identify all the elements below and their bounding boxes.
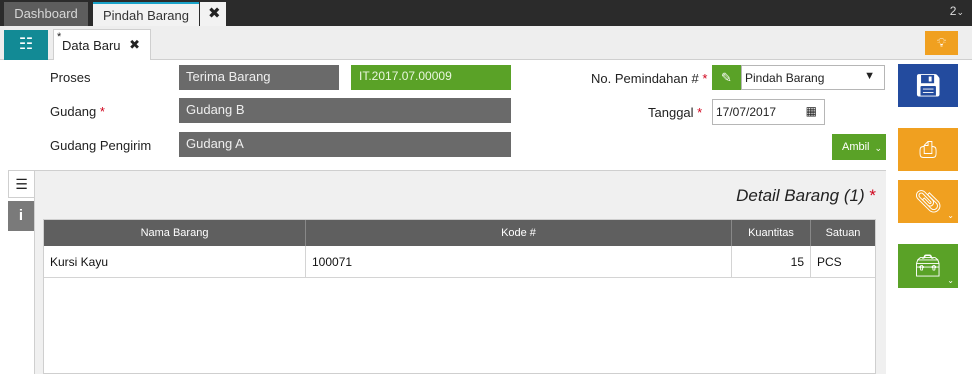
dropdown-caret-icon: ▼ <box>864 70 875 82</box>
tab-dashboard[interactable]: Dashboard <box>4 2 88 26</box>
gudang-field: Gudang B <box>179 98 511 123</box>
tanggal-value: 17/07/2017 <box>716 105 777 119</box>
gudang-label-text: Gudang <box>50 104 97 119</box>
paperclip-icon: 📎︎ <box>914 189 942 214</box>
tanggal-label-text: Tanggal <box>648 105 694 120</box>
column-header-satuan[interactable]: Satuan <box>811 220 875 246</box>
table-cell-satuan[interactable]: PCS <box>811 246 875 278</box>
gudang-label: Gudang * <box>50 104 105 119</box>
required-marker: * <box>702 71 708 86</box>
column-header-kuantitas[interactable]: Kuantitas <box>732 220 811 246</box>
close-document-icon[interactable]: ✖ <box>129 37 140 53</box>
no-pemindahan-label-text: No. Pemindahan # <box>591 71 699 86</box>
ambil-button[interactable]: Ambil ⌄ <box>832 134 886 160</box>
app-window: Dashboard Pindah Barang ✖ 2⌄ ☷ * Data Ba… <box>0 0 972 374</box>
pencil-icon: ✎ <box>721 70 732 85</box>
open-tabs-counter[interactable]: 2⌄ <box>950 4 964 18</box>
tab-pindah-barang[interactable]: Pindah Barang <box>93 2 199 26</box>
gudang-pengirim-field: Gudang A <box>179 132 511 157</box>
tools-button[interactable]: 🧰︎ ⌄ <box>898 244 958 288</box>
tanggal-label: Tanggal * <box>648 105 702 120</box>
save-icon: 💾︎ <box>914 73 942 98</box>
print-button[interactable]: ⎙ <box>898 128 958 171</box>
table-cell-kuantitas[interactable]: 15 <box>732 246 811 278</box>
required-marker: * <box>869 186 876 205</box>
chevron-down-icon: ⌄ <box>874 143 882 153</box>
gudang-pengirim-label: Gudang Pengirim <box>50 138 152 153</box>
lightbulb-icon: 💡︎ <box>936 35 947 50</box>
print-icon: ⎙ <box>919 137 937 162</box>
list-icon: ☷ <box>18 36 34 53</box>
info-icon: i <box>18 207 24 224</box>
close-tab-icon[interactable]: ✖ <box>200 2 226 26</box>
no-pemindahan-value: Pindah Barang <box>745 71 825 85</box>
document-tab-label: Data Baru <box>62 38 121 53</box>
document-tab[interactable]: * Data Baru ✖ <box>53 29 151 60</box>
calendar-icon[interactable]: ▦ <box>806 104 817 118</box>
no-pemindahan-label: No. Pemindahan # * <box>591 71 707 86</box>
proses-field: Terima Barang <box>179 65 339 90</box>
edit-number-button[interactable]: ✎ <box>712 65 741 90</box>
detail-title: Detail Barang (1) * <box>600 186 876 206</box>
chevron-down-icon: ⌄ <box>956 7 964 17</box>
tanggal-input[interactable]: 17/07/2017 ▦ <box>712 99 825 125</box>
document-icon: ☰ <box>15 176 28 192</box>
attachment-button[interactable]: 📎︎ ⌄ <box>898 180 958 223</box>
no-pemindahan-select[interactable]: Pindah Barang ▼ <box>741 65 885 90</box>
column-header-nama-barang[interactable]: Nama Barang <box>44 220 306 246</box>
required-marker: * <box>99 104 105 119</box>
detail-side-tab[interactable]: ☰ <box>8 170 34 198</box>
toolbox-icon: 🧰︎ <box>914 253 942 278</box>
save-button[interactable]: 💾︎ <box>898 64 958 107</box>
ambil-label: Ambil <box>842 141 870 153</box>
tips-button[interactable]: 💡︎ <box>925 31 958 55</box>
required-marker: * <box>697 105 703 120</box>
table-cell-kode[interactable]: 100071 <box>306 246 732 278</box>
unsaved-marker: * <box>57 31 62 43</box>
column-header-kode[interactable]: Kode # <box>306 220 732 246</box>
chevron-down-icon: ⌄ <box>947 211 954 220</box>
detail-title-text: Detail Barang (1) <box>736 186 865 205</box>
table-cell-nama-barang[interactable]: Kursi Kayu <box>44 246 306 278</box>
info-side-tab[interactable]: i <box>8 201 34 231</box>
transaction-code-field: IT.2017.07.00009 <box>351 65 511 90</box>
proses-label: Proses <box>50 70 91 85</box>
list-button[interactable]: ☷ <box>4 30 48 60</box>
chevron-down-icon: ⌄ <box>947 276 954 285</box>
